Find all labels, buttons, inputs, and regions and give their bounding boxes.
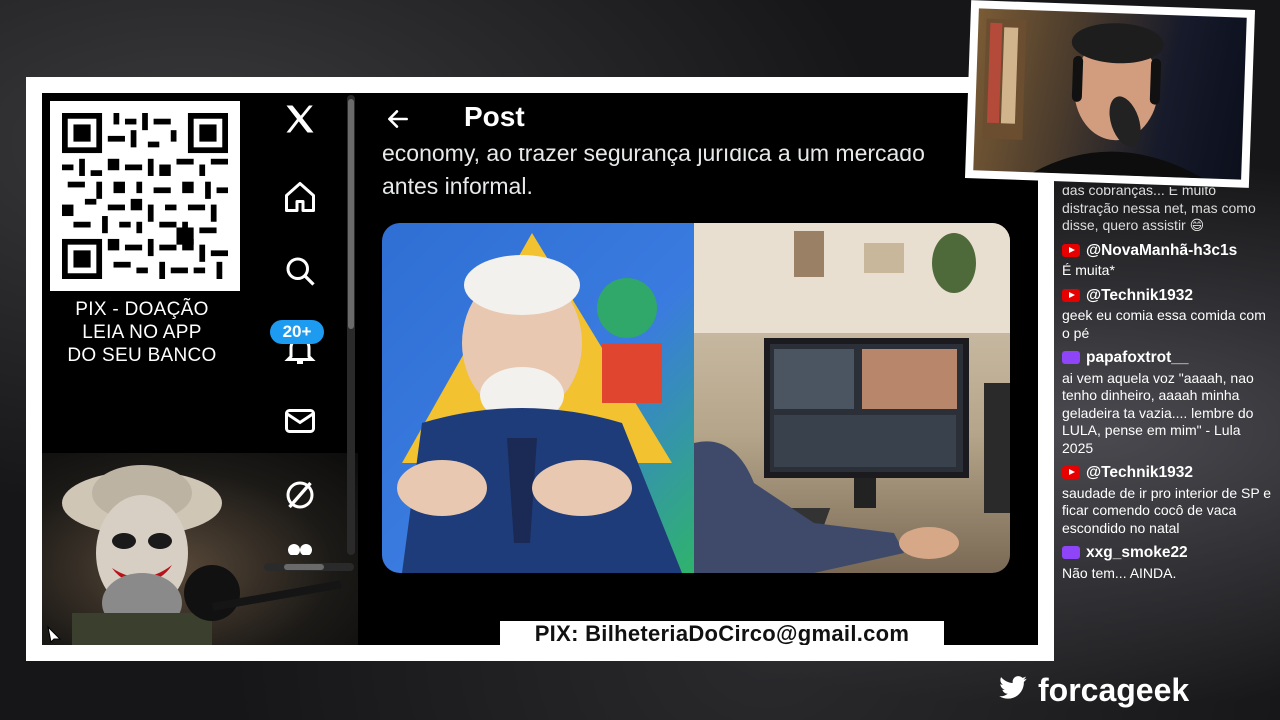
post-media-photo-left[interactable] xyxy=(382,223,694,573)
chat-username-text: @NovaManhã-h3c1s xyxy=(1086,241,1238,259)
notification-badge: 20+ xyxy=(270,320,324,344)
chat-username: @Technik1932 xyxy=(1062,464,1274,482)
chat-message-text: Não tem... AINDA. xyxy=(1062,564,1177,581)
pix-qr-code xyxy=(50,101,240,291)
pix-caption-line: PIX - DOAÇÃO xyxy=(75,299,209,320)
chat-message: xxg_smoke22 Não tem... AINDA. xyxy=(1062,544,1274,582)
home-icon[interactable] xyxy=(280,177,320,217)
mouse-cursor-icon xyxy=(46,625,64,645)
youtube-icon xyxy=(1062,288,1080,302)
screen-capture-content: PIX - DOAÇÃO LEIA NO APP DO SEU BANCO 20… xyxy=(42,93,1038,645)
chat-username-text: papafoxtrot__ xyxy=(1086,349,1189,366)
chat-username: xxg_smoke22 xyxy=(1062,544,1274,562)
live-chat: das cobranças... É muito distração nessa… xyxy=(1058,187,1274,628)
x-logo-icon[interactable] xyxy=(280,99,320,139)
chat-message-text: geek eu comia essa comida com o pé xyxy=(1062,307,1266,341)
chat-message-text: ai vem aquela voz "aaaah, nao tenho dinh… xyxy=(1062,369,1254,456)
more-nav-icon[interactable] xyxy=(280,539,320,555)
post-detail-panel: Post economy, ao trazer segurança jurídi… xyxy=(358,93,1038,645)
facecam-video xyxy=(973,8,1247,180)
chat-message: papafoxtrot__ ai vem aquela voz "aaaah, … xyxy=(1062,349,1274,457)
back-arrow-icon[interactable] xyxy=(382,103,414,135)
pix-caption-line: DO SEU BANCO xyxy=(67,345,217,366)
chat-username: @NovaManhã-h3c1s xyxy=(1062,242,1274,260)
twitch-icon xyxy=(1062,351,1080,365)
channel-brand: forcageek xyxy=(998,670,1189,710)
messages-mail-icon[interactable] xyxy=(280,401,320,441)
twitter-bird-icon xyxy=(998,675,1028,706)
post-media-image[interactable] xyxy=(382,223,1010,573)
chat-message: @Technik1932 saudade de ir pro interior … xyxy=(1062,464,1274,537)
youtube-icon xyxy=(1062,243,1080,257)
streamer-facecam xyxy=(964,0,1256,188)
pix-caption-line: LEIA NO APP xyxy=(82,322,202,343)
chat-message: @NovaManhã-h3c1s É muita* xyxy=(1062,242,1274,280)
screen-capture-frame: PIX - DOAÇÃO LEIA NO APP DO SEU BANCO 20… xyxy=(26,77,1054,661)
twitch-icon xyxy=(1062,546,1080,560)
chat-message-text: das cobranças... É muito distração nessa… xyxy=(1062,182,1256,233)
post-header: Post xyxy=(358,93,1038,145)
scrollbar-thumb[interactable] xyxy=(284,564,324,570)
sidebar-vertical-scrollbar[interactable] xyxy=(347,95,355,555)
post-media-photo-right[interactable] xyxy=(694,223,1010,573)
pix-email-banner: PIX: BilheteriaDoCirco@gmail.com xyxy=(500,621,944,645)
chat-username-text: xxg_smoke22 xyxy=(1086,544,1188,561)
sidebar-horizontal-scrollbar[interactable] xyxy=(264,563,354,571)
chat-username: papafoxtrot__ xyxy=(1062,349,1274,367)
chat-message-partial: das cobranças... É muito distração nessa… xyxy=(1062,182,1274,235)
youtube-icon xyxy=(1062,466,1080,480)
chat-username-text: @Technik1932 xyxy=(1086,286,1194,304)
channel-brand-name: forcageek xyxy=(1038,671,1190,708)
post-header-title: Post xyxy=(464,101,525,132)
scrollbar-thumb[interactable] xyxy=(348,99,354,329)
search-icon[interactable] xyxy=(280,251,320,291)
grok-slash-icon[interactable] xyxy=(280,475,320,515)
chat-message-text: saudade de ir pro interior de SP e ficar… xyxy=(1062,484,1272,536)
post-text-line: antes informal. xyxy=(382,173,533,199)
chat-message-text: É muita* xyxy=(1062,262,1115,278)
qr-code-icon xyxy=(62,113,228,279)
chat-username: @Technik1932 xyxy=(1062,287,1274,305)
chat-username-text: @Technik1932 xyxy=(1086,464,1194,481)
x-sidebar-nav: 20+ xyxy=(262,93,352,573)
streamer-face-icon xyxy=(982,18,1204,179)
chat-message: @Technik1932 geek eu comia essa comida c… xyxy=(1062,287,1274,343)
pix-donation-caption: PIX - DOAÇÃO LEIA NO APP DO SEU BANCO xyxy=(42,298,242,367)
